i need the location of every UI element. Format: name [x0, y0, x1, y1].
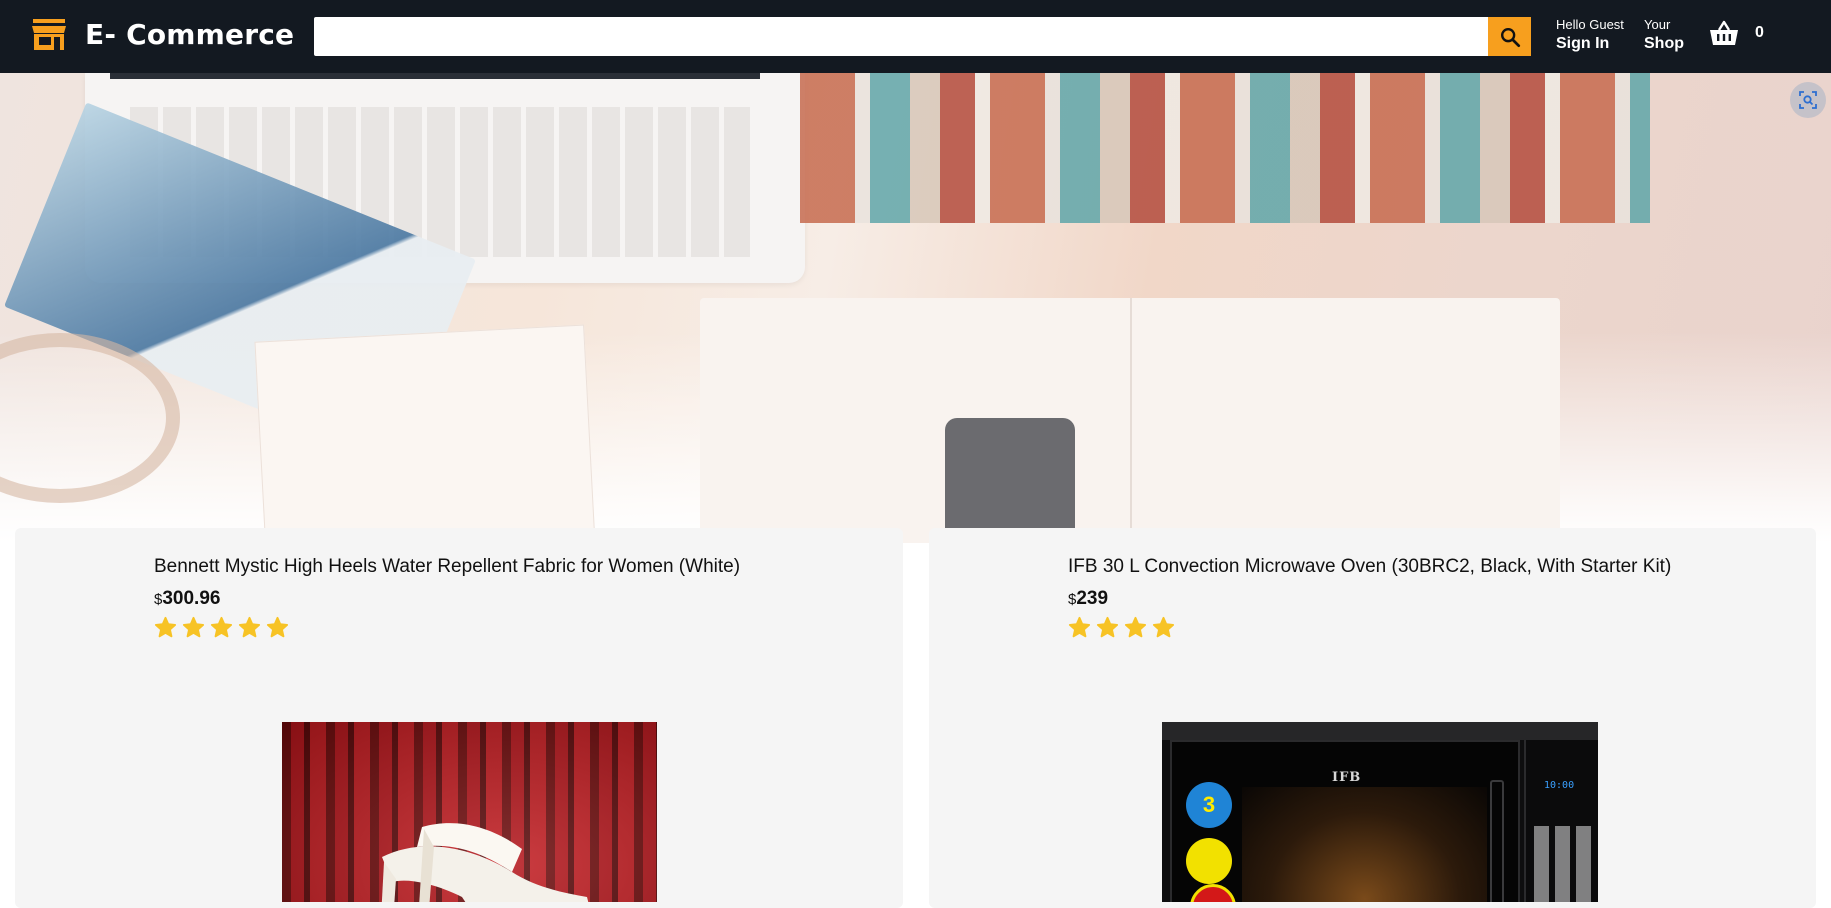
star-icon: [210, 616, 233, 638]
star-icon: [1096, 616, 1119, 638]
microwave-keypad: [1534, 826, 1592, 902]
nav-shop-label: Shop: [1644, 35, 1684, 52]
product-rating: [154, 616, 740, 639]
visual-search-icon: [1799, 91, 1817, 109]
nav-sign-in-greeting: Hello Guest: [1556, 17, 1624, 32]
product-card[interactable]: Bennett Mystic High Heels Water Repellen…: [15, 528, 903, 908]
microwave-brand-text: IFB: [1332, 770, 1362, 785]
star-icon: [238, 616, 261, 638]
nav-sign-in-label: Sign In: [1556, 35, 1610, 52]
microwave-display: 10:00: [1544, 780, 1575, 791]
high-heels-image: [381, 823, 589, 902]
search-bar: [314, 17, 1531, 56]
microwave-handle: [1490, 780, 1504, 902]
store-icon: [32, 19, 66, 50]
star-icon: [154, 616, 177, 638]
site-header: E- Commerce Hello Guest Sign In Your Sho…: [0, 0, 1831, 73]
product-price: $300.96: [154, 588, 740, 610]
product-price: $239: [1068, 588, 1671, 610]
search-button[interactable]: [1488, 17, 1531, 56]
hero-banner: [0, 73, 1831, 543]
microwave-door: IFB 3: [1170, 740, 1520, 902]
product-info: Bennett Mystic High Heels Water Repellen…: [154, 556, 740, 639]
menu-badge: [1190, 884, 1236, 902]
product-title: IFB 30 L Convection Microwave Oven (30BR…: [1068, 556, 1672, 577]
product-image: IFB 3 10:00: [1162, 722, 1598, 902]
basket-button[interactable]: 0: [1709, 20, 1764, 46]
search-input[interactable]: [314, 17, 1488, 56]
nav-your-shop[interactable]: Your Shop: [1644, 16, 1684, 54]
microwave-window: [1242, 787, 1487, 902]
nav-shop-prefix: Your: [1644, 17, 1671, 32]
basket-count: 0: [1755, 24, 1764, 41]
microwave-top: [1162, 722, 1598, 740]
search-icon: [1500, 27, 1520, 47]
warranty-badge: 3: [1186, 782, 1232, 828]
hero-laptop-edge: [110, 73, 760, 79]
hero-books-graphic: [800, 73, 1650, 223]
brand-logo-link[interactable]: E- Commerce: [31, 16, 294, 52]
product-title: Bennett Mystic High Heels Water Repellen…: [154, 556, 741, 577]
star-icon: [1152, 616, 1175, 638]
star-icon: [182, 616, 205, 638]
product-rating: [1068, 616, 1671, 639]
product-card[interactable]: IFB 30 L Convection Microwave Oven (30BR…: [929, 528, 1816, 908]
hero-phone-graphic: [945, 418, 1075, 543]
hero-notebook-graphic: [254, 324, 596, 543]
product-info: IFB 30 L Convection Microwave Oven (30BR…: [1068, 556, 1671, 639]
hero-open-book-graphic: [700, 298, 1560, 543]
rotisserie-badge: [1186, 838, 1232, 884]
microwave-control-panel: 10:00: [1524, 740, 1598, 902]
brand-name: E- Commerce: [85, 17, 295, 51]
star-icon: [266, 616, 289, 638]
star-icon: [1068, 616, 1091, 638]
price-amount: 239: [1076, 588, 1109, 609]
price-amount: 300.96: [162, 588, 221, 609]
basket-icon: [1710, 20, 1738, 45]
star-icon: [1124, 616, 1147, 638]
product-image: [282, 722, 657, 902]
visual-search-button[interactable]: [1790, 82, 1826, 118]
nav-sign-in[interactable]: Hello Guest Sign In: [1556, 16, 1624, 54]
